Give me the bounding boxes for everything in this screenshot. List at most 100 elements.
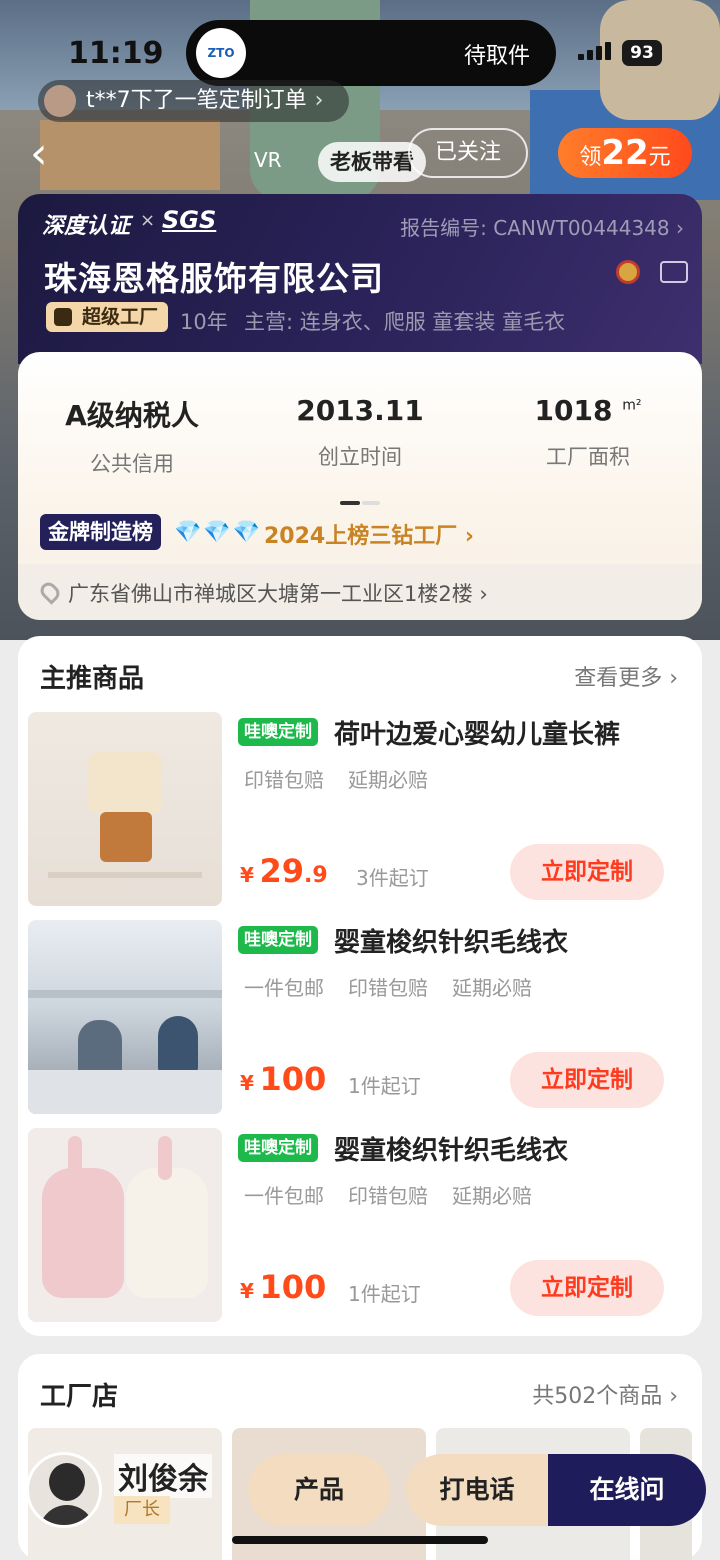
company-name: 珠海恩格服饰有限公司 <box>44 259 384 298</box>
feature-tag: 印错包赔 <box>244 768 324 792</box>
customize-button[interactable]: 立即定制 <box>510 1052 664 1108</box>
report-number[interactable]: 报告编号: CANWT00444348 › <box>400 212 684 241</box>
online-chat-button[interactable]: 在线问 <box>548 1454 706 1526</box>
business-card-icon[interactable] <box>660 261 688 283</box>
factory-info-card: A级纳税人 公共信用 2013.11 创立时间 1018 m² 工厂面积 金牌制… <box>18 352 702 620</box>
feature-tag: 延期必赔 <box>452 976 532 1000</box>
depth-cert-logo: 深度认证 <box>42 214 131 239</box>
gold-ranking-badge[interactable]: 金牌制造榜 <box>40 514 161 550</box>
home-indicator <box>232 1536 488 1544</box>
stat-label: 工厂面积 <box>546 445 630 469</box>
customize-button[interactable]: 立即定制 <box>510 844 664 900</box>
diamond-icon: 💎💎💎 <box>174 520 263 545</box>
area-unit: m² <box>622 397 642 414</box>
stat-founded: 2013.11 创立时间 <box>246 394 474 471</box>
currency: ¥ <box>240 1279 254 1303</box>
status-time: 11:19 <box>68 36 164 71</box>
stat-value: 2013.11 <box>296 394 424 427</box>
view-more-link[interactable]: 查看更多 › <box>574 660 678 692</box>
chevron-right-icon: › <box>314 88 324 113</box>
product-image[interactable] <box>28 712 222 906</box>
coupon-button[interactable]: 领22元 <box>558 128 692 178</box>
min-order: 1件起订 <box>348 1074 421 1098</box>
contact-group: 打电话 在线问 <box>406 1454 706 1526</box>
page-indicator <box>340 490 382 509</box>
product-price: ¥ 29.9 <box>240 852 328 890</box>
certification-card[interactable]: 深度认证 × SGS 报告编号: CANWT00444348 › 珠海恩格服饰有… <box>18 194 702 364</box>
feature-tag: 延期必赔 <box>348 768 428 792</box>
stat-label: 公共信用 <box>90 452 174 476</box>
stat-label: 创立时间 <box>318 445 402 469</box>
factory-years: 10年 <box>180 310 228 334</box>
section-title: 工厂店 <box>40 1382 119 1412</box>
price-int: 100 <box>259 1060 327 1098</box>
product-card[interactable]: 哇噢定制 婴童梭织针织毛线衣 一件包邮 印错包赔 延期必赔 ¥ 100 1件起订 立… <box>28 1128 692 1322</box>
sgs-logo: SGS <box>162 206 217 234</box>
product-features: 一件包邮 印错包赔 延期必赔 <box>244 1180 556 1209</box>
signal-icon <box>578 42 612 60</box>
follow-button[interactable]: 已关注 <box>408 128 528 178</box>
feature-tag: 延期必赔 <box>452 1184 532 1208</box>
product-image[interactable] <box>28 920 222 1114</box>
buyer-avatar <box>44 85 76 117</box>
custom-tag: 哇噢定制 <box>238 1134 318 1162</box>
address-row[interactable]: 广东省佛山市禅城区大塘第一工业区1楼2楼 › <box>18 564 702 620</box>
product-card[interactable]: 哇噢定制 荷叶边爱心婴幼儿童长裤 印错包赔 延期必赔 ¥ 29.9 3件起订 立即… <box>28 712 692 906</box>
section-title: 主推商品 <box>40 664 145 694</box>
product-count-link[interactable]: 共502个商品 › <box>532 1378 678 1410</box>
manager-avatar[interactable] <box>26 1452 102 1528</box>
stat-value: 1018 m² <box>474 394 702 427</box>
price-int: 29 <box>259 852 305 890</box>
custom-tag: 哇噢定制 <box>238 926 318 954</box>
coupon-prefix: 领 <box>579 145 602 170</box>
manager-name: 刘俊余 <box>114 1454 212 1498</box>
currency: ¥ <box>240 1071 254 1095</box>
min-order: 1件起订 <box>348 1282 421 1306</box>
coupon-amount: 22 <box>601 133 649 173</box>
ticker-text: t**7下了一笔定制订单 <box>86 88 307 113</box>
product-price: ¥ 100 <box>240 1268 326 1306</box>
dynamic-island[interactable]: ZTO 待取件 <box>186 20 556 86</box>
battery-icon: 93 <box>622 40 662 66</box>
cert-times: × <box>140 210 156 231</box>
back-button[interactable]: ‹ <box>30 132 48 176</box>
product-name: 荷叶边爱心婴幼儿童长裤 <box>334 720 621 750</box>
main-business: 主营: 连身衣、爬服 童套装 童毛衣 <box>244 310 566 334</box>
bottom-action-bar: 刘俊余 厂长 产品 打电话 在线问 <box>18 1442 708 1534</box>
currency: ¥ <box>240 863 254 887</box>
order-ticker[interactable]: t**7下了一笔定制订单 › <box>38 80 350 122</box>
product-price: ¥ 100 <box>240 1060 326 1098</box>
stat-credit: A级纳税人 公共信用 <box>18 394 246 478</box>
featured-products-section: 主推商品 查看更多 › 哇噢定制 荷叶边爱心婴幼儿童长裤 印错包赔 延期必赔 ¥ … <box>18 636 702 1336</box>
super-factory-badge: 超级工厂 <box>46 302 169 332</box>
ranking-text[interactable]: 2024上榜三钻工厂 › <box>264 518 474 550</box>
customize-button[interactable]: 立即定制 <box>510 1260 664 1316</box>
feature-tag: 一件包邮 <box>244 1184 324 1208</box>
manager-title: 厂长 <box>114 1496 170 1524</box>
feature-tag: 印错包赔 <box>348 976 428 1000</box>
vr-button[interactable]: VR <box>254 148 282 172</box>
area-value: 1018 <box>534 394 613 427</box>
stat-area: 1018 m² 工厂面积 <box>474 394 702 471</box>
police-badge-icon[interactable] <box>616 260 640 284</box>
coupon-unit: 元 <box>648 145 671 170</box>
product-features: 一件包邮 印错包赔 延期必赔 <box>244 972 556 1001</box>
zto-logo-icon: ZTO <box>196 28 246 78</box>
product-card[interactable]: 哇噢定制 婴童梭织针织毛线衣 一件包邮 印错包赔 延期必赔 ¥ 100 1件起订 立… <box>28 920 692 1114</box>
product-name: 婴童梭织针织毛线衣 <box>334 1136 569 1166</box>
location-pin-icon <box>37 579 63 605</box>
product-image[interactable] <box>28 1128 222 1322</box>
price-dec: .9 <box>304 863 328 888</box>
call-button[interactable]: 打电话 <box>406 1454 548 1526</box>
custom-tag: 哇噢定制 <box>238 718 318 746</box>
stat-value: A级纳税人 <box>65 399 199 432</box>
feature-tag: 一件包邮 <box>244 976 324 1000</box>
products-button[interactable]: 产品 <box>248 1454 390 1526</box>
feature-tag: 印错包赔 <box>348 1184 428 1208</box>
price-int: 100 <box>259 1268 327 1306</box>
min-order: 3件起订 <box>356 866 429 890</box>
product-name: 婴童梭织针织毛线衣 <box>334 928 569 958</box>
product-features: 印错包赔 延期必赔 <box>244 764 452 793</box>
island-text: 待取件 <box>463 44 530 69</box>
address-text: 广东省佛山市禅城区大塘第一工业区1楼2楼 › <box>68 582 488 606</box>
